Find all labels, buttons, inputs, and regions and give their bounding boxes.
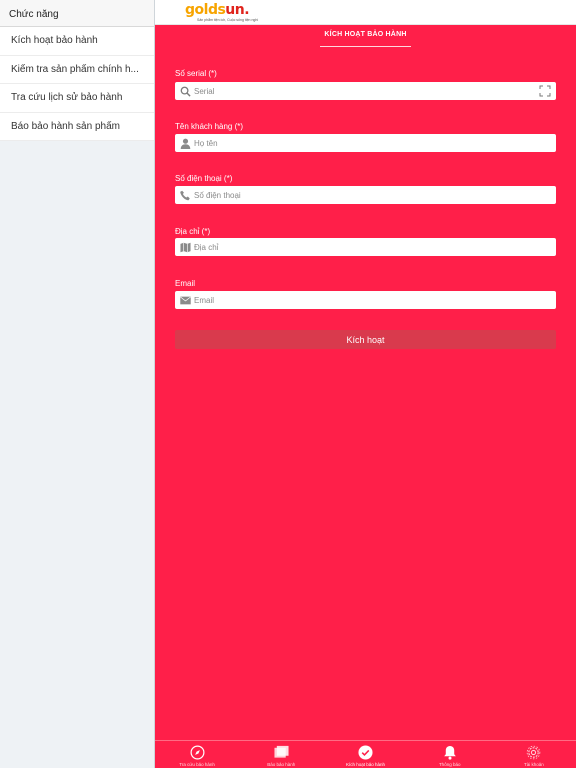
email-input[interactable] [194, 292, 556, 308]
address-input[interactable] [194, 239, 556, 255]
section-title: KÍCH HOẠT BẢO HÀNH [320, 31, 411, 47]
tab-account[interactable]: Tài khoản [492, 741, 576, 768]
serial-label: Số serial (*) [175, 69, 217, 78]
name-input[interactable] [194, 135, 556, 151]
envelope-icon [179, 294, 191, 306]
sidebar: Chức năng Kích hoạt bảo hành Kiểm tra sả… [0, 0, 155, 768]
tab-warranty-lookup[interactable]: Tra cứu bảo hành [155, 741, 239, 768]
sidebar-title: Chức năng [0, 0, 154, 27]
phone-input[interactable] [194, 187, 556, 203]
tab-label: Thông báo [438, 762, 461, 767]
logo-tagline: Sản phẩm tiện ích, Cuộc sống tiện nghi [197, 18, 259, 22]
sidebar-item-check-genuine[interactable]: Kiểm tra sản phẩm chính h... [0, 56, 154, 84]
tab-label: Báo bảo hành [267, 762, 296, 767]
name-label: Tên khách hàng (*) [175, 122, 244, 131]
logo-text-accent: un [225, 2, 245, 18]
compass-icon [189, 744, 205, 760]
tab-notifications[interactable]: Thông báo [408, 741, 492, 768]
serial-input[interactable] [194, 83, 538, 99]
address-field [175, 238, 556, 256]
tab-label: Kích hoạt bảo hành [345, 762, 386, 767]
logo-text-main: golds [185, 2, 226, 18]
sidebar-item-warranty-history[interactable]: Tra cứu lịch sử bảo hành [0, 84, 154, 113]
email-field [175, 291, 556, 309]
map-icon [179, 241, 191, 253]
gear-icon [526, 744, 542, 760]
scan-icon[interactable] [538, 84, 552, 98]
sidebar-item-label: Tra cứu lịch sử bảo hành [11, 92, 123, 104]
sidebar-item-report-warranty[interactable]: Báo bảo hành sản phẩm [0, 113, 154, 141]
sidebar-item-label: Kiểm tra sản phẩm chính h... [11, 63, 139, 75]
tab-label: Tài khoản [524, 762, 544, 767]
tab-label: Tra cứu bảo hành [179, 762, 215, 767]
main-panel: goldsun. Sản phẩm tiện ích, Cuộc sống ti… [155, 0, 576, 768]
brand-logo: goldsun. Sản phẩm tiện ích, Cuộc sống ti… [185, 2, 259, 22]
sidebar-item-activate-warranty[interactable]: Kích hoạt bảo hành [0, 27, 154, 56]
bell-icon [442, 744, 458, 760]
user-icon [179, 137, 191, 149]
top-bar: goldsun. Sản phẩm tiện ích, Cuộc sống ti… [155, 0, 576, 25]
sidebar-item-label: Báo bảo hành sản phẩm [11, 120, 120, 132]
sidebar-item-label: Kích hoạt bảo hành [11, 35, 98, 47]
folder-icon [273, 744, 289, 760]
tab-report-warranty[interactable]: Báo bảo hành [239, 741, 323, 768]
activate-button[interactable]: Kích hoạt [175, 330, 556, 349]
name-field [175, 134, 556, 152]
bottom-nav: Tra cứu bảo hành Báo bảo hành Kích hoạt … [155, 740, 576, 768]
check-circle-icon [358, 744, 374, 760]
search-icon [179, 85, 191, 97]
address-label: Địa chỉ (*) [175, 227, 211, 236]
serial-field [175, 82, 556, 100]
phone-icon [179, 189, 191, 201]
sidebar-list: Kích hoạt bảo hành Kiểm tra sản phẩm chí… [0, 27, 154, 141]
tab-activate-warranty[interactable]: Kích hoạt bảo hành [323, 741, 407, 768]
phone-field [175, 186, 556, 204]
email-label: Email [175, 279, 196, 288]
phone-label: Số điện thoại (*) [175, 174, 233, 183]
